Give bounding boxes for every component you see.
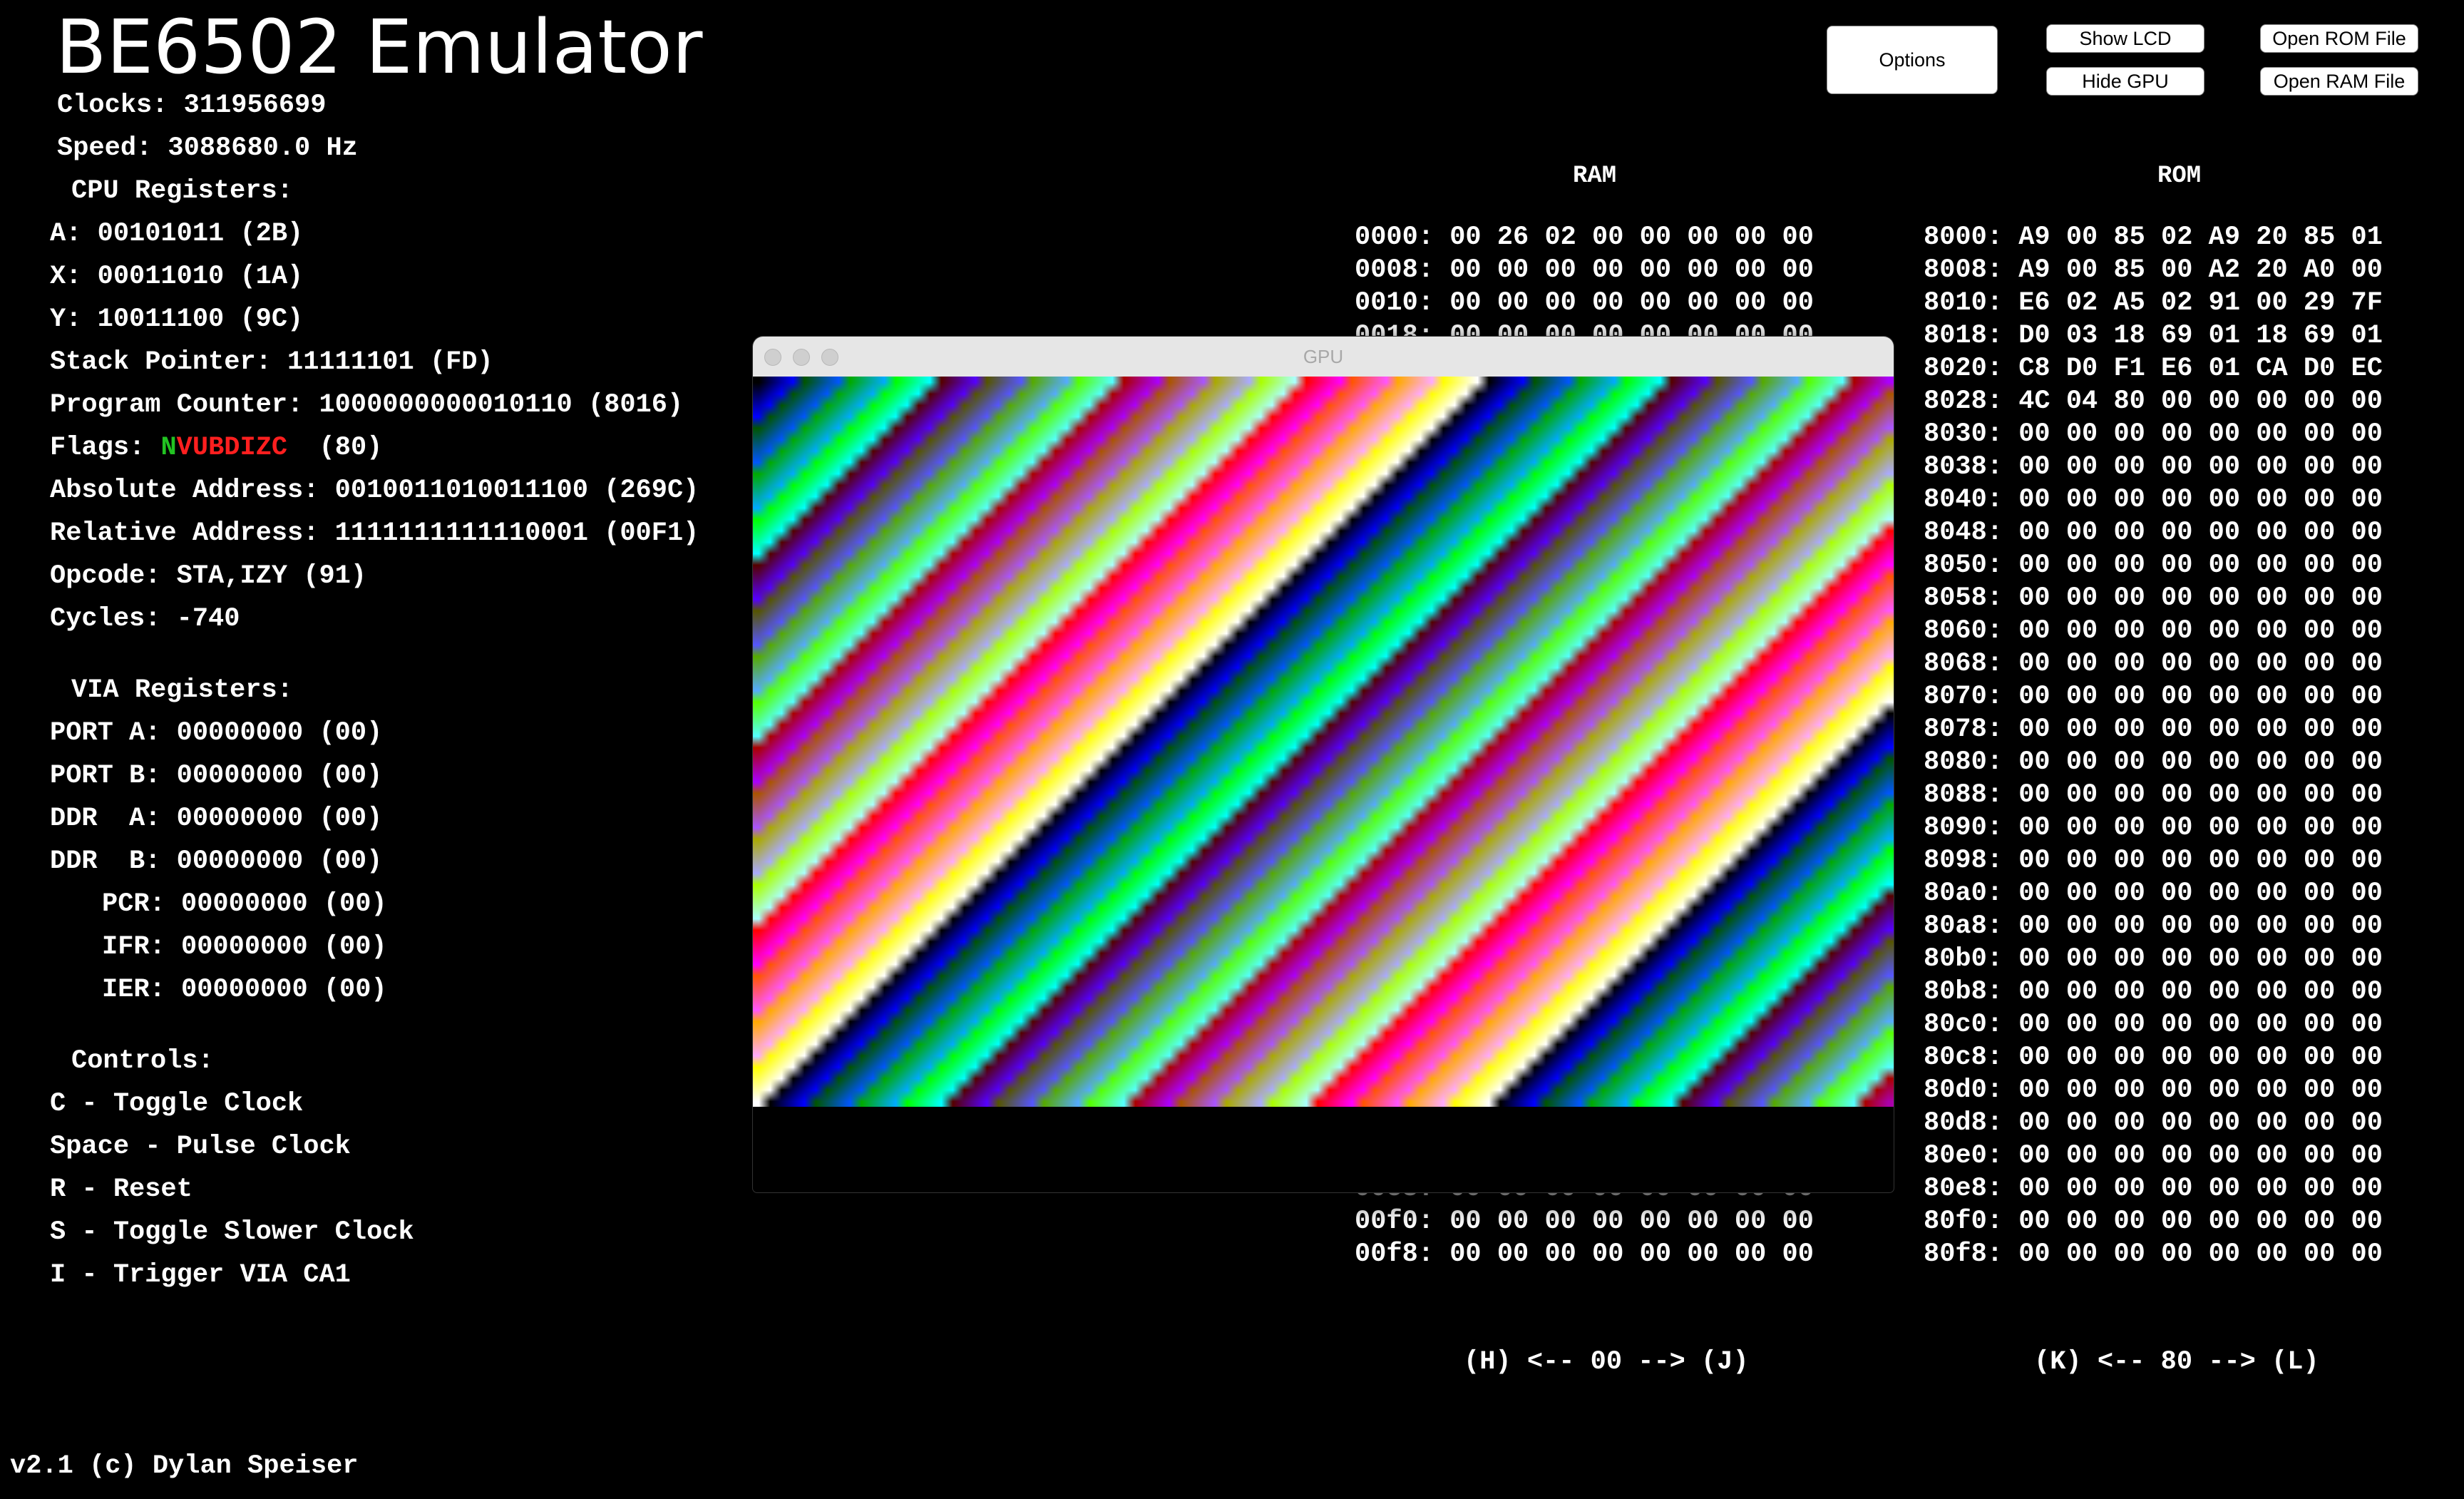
control-reset: R - Reset: [50, 1175, 192, 1204]
show-lcd-button[interactable]: Show LCD: [2046, 24, 2204, 53]
rom-row: 80c0: 00 00 00 00 00 00 00 00: [1924, 1010, 2383, 1040]
flags-value: (80): [319, 433, 383, 463]
flags-label: Flags:: [50, 433, 145, 463]
rom-row: 8028: 4C 04 80 00 00 00 00 00: [1924, 387, 2383, 416]
open-ram-button[interactable]: Open RAM File: [2260, 67, 2418, 96]
opcode: Opcode: STA,IZY (91): [50, 561, 367, 591]
register-a: A: 00101011 (2B): [50, 219, 304, 249]
rom-row: 8050: 00 00 00 00 00 00 00 00: [1924, 551, 2383, 580]
clocks-counter: Clocks: 311956699: [57, 91, 327, 121]
control-pulse-clock: Space - Pulse Clock: [50, 1132, 351, 1162]
rom-row: 8030: 00 00 00 00 00 00 00 00: [1924, 419, 2383, 449]
rom-row: 8078: 00 00 00 00 00 00 00 00: [1924, 715, 2383, 745]
via-registers-heading: VIA Registers:: [71, 675, 293, 705]
version-footer: v2.1 (c) Dylan Speiser: [10, 1451, 359, 1481]
rom-title: ROM: [2157, 163, 2202, 190]
register-y: Y: 10011100 (9C): [50, 305, 304, 334]
rom-row: 8070: 00 00 00 00 00 00 00 00: [1924, 682, 2383, 712]
gpu-window-titlebar[interactable]: GPU: [753, 337, 1894, 377]
program-counter: Program Counter: 1000000000010110 (8016): [50, 390, 684, 420]
control-slower-clock: S - Toggle Slower Clock: [50, 1217, 414, 1247]
control-trigger-via: I - Trigger VIA CA1: [50, 1260, 351, 1290]
register-x: X: 00011010 (1A): [50, 262, 304, 292]
rom-row: 8038: 00 00 00 00 00 00 00 00: [1924, 452, 2383, 482]
cpu-registers-heading: CPU Registers:: [71, 176, 293, 206]
hide-gpu-button[interactable]: Hide GPU: [2046, 67, 2204, 96]
rom-page-nav[interactable]: (K) <-- 80 --> (L): [2034, 1348, 2319, 1376]
via-ddr-b: DDR B: 00000000 (00): [50, 846, 383, 876]
ram-page-nav[interactable]: (H) <-- 00 --> (J): [1464, 1348, 1749, 1376]
rom-row: 80b0: 00 00 00 00 00 00 00 00: [1924, 944, 2383, 974]
rom-row: 8010: E6 02 A5 02 91 00 29 7F: [1924, 288, 2383, 318]
rom-row: 8008: A9 00 85 00 A2 20 A0 00: [1924, 255, 2383, 285]
open-rom-button[interactable]: Open ROM File: [2260, 24, 2418, 53]
rom-row: 8098: 00 00 00 00 00 00 00 00: [1924, 846, 2383, 876]
ram-row: 0010: 00 00 00 00 00 00 00 00: [1355, 288, 1814, 318]
flags-register: Flags: NVUBDIZC (80): [50, 434, 382, 462]
ram-row: 00f8: 00 00 00 00 00 00 00 00: [1355, 1239, 1814, 1269]
rom-row: 80a0: 00 00 00 00 00 00 00 00: [1924, 879, 2383, 909]
rom-row: 8048: 00 00 00 00 00 00 00 00: [1924, 518, 2383, 548]
via-pcr: PCR: 00000000 (00): [102, 889, 387, 919]
rom-row: 8000: A9 00 85 02 A9 20 85 01: [1924, 222, 2383, 252]
control-toggle-clock: C - Toggle Clock: [50, 1089, 304, 1119]
rom-row: 8088: 00 00 00 00 00 00 00 00: [1924, 780, 2383, 810]
app-title: BE6502 Emulator: [56, 4, 703, 91]
rom-row: 8058: 00 00 00 00 00 00 00 00: [1924, 583, 2383, 613]
flags-clear: VUBDIZC: [176, 433, 288, 463]
rom-row: 8080: 00 00 00 00 00 00 00 00: [1924, 747, 2383, 777]
rom-row: 80f0: 00 00 00 00 00 00 00 00: [1924, 1207, 2383, 1237]
via-ifr: IFR: 00000000 (00): [102, 932, 387, 962]
absolute-address: Absolute Address: 0010011010011100 (269C…: [50, 476, 699, 506]
rom-row: 80c8: 00 00 00 00 00 00 00 00: [1924, 1043, 2383, 1073]
via-port-b: PORT B: 00000000 (00): [50, 761, 383, 791]
rom-row: 80f8: 00 00 00 00 00 00 00 00: [1924, 1239, 2383, 1269]
ram-row: 0008: 00 00 00 00 00 00 00 00: [1355, 255, 1814, 285]
flag-set: N: [160, 433, 177, 463]
via-ddr-a: DDR A: 00000000 (00): [50, 804, 383, 834]
rom-memory-table: 8000: A9 00 85 02 A9 20 85 01 8008: A9 00…: [1924, 221, 2383, 1271]
ram-row: 0000: 00 26 02 00 00 00 00 00: [1355, 222, 1814, 252]
rom-row: 80d8: 00 00 00 00 00 00 00 00: [1924, 1108, 2383, 1138]
rom-row: 80e0: 00 00 00 00 00 00 00 00: [1924, 1141, 2383, 1171]
cycles: Cycles: -740: [50, 604, 240, 634]
relative-address: Relative Address: 1111111111110001 (00F1…: [50, 518, 699, 548]
controls-heading: Controls:: [71, 1046, 214, 1076]
rom-row: 80a8: 00 00 00 00 00 00 00 00: [1924, 911, 2383, 941]
gpu-window: GPU: [753, 337, 1894, 1192]
options-button[interactable]: Options: [1827, 26, 1998, 94]
rom-row: 80e8: 00 00 00 00 00 00 00 00: [1924, 1174, 2383, 1204]
rom-row: 8068: 00 00 00 00 00 00 00 00: [1924, 649, 2383, 679]
gpu-framebuffer: [753, 377, 1894, 1107]
ram-title: RAM: [1573, 163, 1617, 190]
ram-row: 00f0: 00 00 00 00 00 00 00 00: [1355, 1207, 1814, 1237]
rom-row: 8018: D0 03 18 69 01 18 69 01: [1924, 321, 2383, 351]
via-port-a: PORT A: 00000000 (00): [50, 718, 383, 748]
rom-row: 80b8: 00 00 00 00 00 00 00 00: [1924, 977, 2383, 1007]
via-ier: IER: 00000000 (00): [102, 975, 387, 1005]
rom-row: 8090: 00 00 00 00 00 00 00 00: [1924, 813, 2383, 843]
rom-row: 8040: 00 00 00 00 00 00 00 00: [1924, 485, 2383, 515]
rom-row: 80d0: 00 00 00 00 00 00 00 00: [1924, 1075, 2383, 1105]
gpu-window-title: GPU: [1303, 346, 1344, 367]
stack-pointer: Stack Pointer: 11111101 (FD): [50, 347, 493, 377]
rom-row: 8060: 00 00 00 00 00 00 00 00: [1924, 616, 2383, 646]
speed-readout: Speed: 3088680.0 Hz: [57, 133, 358, 163]
rom-row: 8020: C8 D0 F1 E6 01 CA D0 EC: [1924, 354, 2383, 384]
